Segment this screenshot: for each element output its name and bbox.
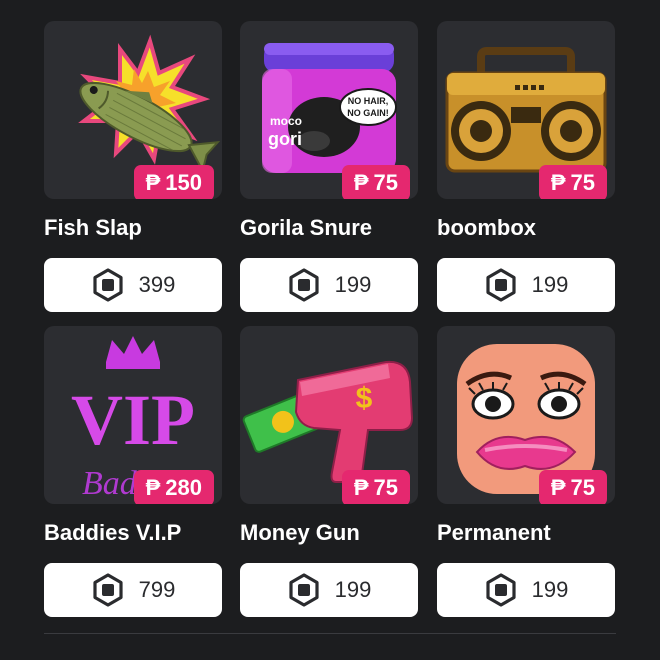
robux-icon (486, 268, 516, 302)
price-badge: ₱ 75 (341, 165, 410, 199)
robux-price-button[interactable]: 399 (44, 258, 222, 312)
robux-price-button[interactable]: 799 (44, 563, 222, 617)
item-title[interactable]: Baddies V.I.P (44, 520, 181, 546)
robux-amount: 799 (138, 577, 176, 602)
peso-symbol: ₱ (550, 170, 566, 195)
price-value: 75 (570, 475, 595, 500)
robux-icon (486, 573, 516, 607)
item-thumbnail[interactable]: ₱ 150 (44, 21, 222, 199)
price-badge: ₱ 75 (538, 165, 607, 199)
robux-amount: 199 (531, 272, 569, 297)
item-title[interactable]: Money Gun (240, 520, 360, 546)
dollar-icon: $ (356, 382, 373, 415)
divider (44, 633, 616, 634)
robux-price-button[interactable]: 199 (437, 563, 615, 617)
peso-symbol: ₱ (145, 475, 161, 500)
robux-icon (289, 268, 319, 302)
peso-symbol: ₱ (145, 170, 161, 195)
price-badge: ₱ 75 (341, 470, 410, 504)
item-title[interactable]: Fish Slap (44, 215, 142, 241)
peso-symbol: ₱ (353, 170, 369, 195)
item-title[interactable]: boombox (437, 215, 536, 241)
robux-price-button[interactable]: 199 (240, 563, 418, 617)
price-badge: ₱ 280 (133, 470, 214, 504)
robux-amount: 199 (334, 272, 372, 297)
peso-symbol: ₱ (550, 475, 566, 500)
price-badge: ₱ 75 (538, 470, 607, 504)
peso-symbol: ₱ (353, 475, 369, 500)
item-thumbnail[interactable]: VIP Baddi ₱ 280 (44, 326, 222, 504)
robux-price-button[interactable]: 199 (240, 258, 418, 312)
robux-icon (289, 573, 319, 607)
item-thumbnail[interactable]: ₱ 75 (437, 326, 615, 504)
item-thumbnail[interactable]: moco gori NO HAIR, NO GAIN! ₱ 75 (240, 21, 418, 199)
price-value: 75 (570, 170, 595, 195)
price-badge: ₱ 150 (133, 165, 214, 199)
vip-text: VIP (71, 380, 195, 460)
item-thumbnail[interactable]: ₱ 75 (437, 21, 615, 199)
item-title[interactable]: Gorila Snure (240, 215, 372, 241)
bubble-line-1: NO HAIR, (348, 96, 389, 106)
robux-price-button[interactable]: 199 (437, 258, 615, 312)
price-value: 75 (373, 475, 398, 500)
robux-icon (93, 268, 123, 302)
robux-icon (93, 573, 123, 607)
jar-label-gori: gori (268, 129, 302, 149)
item-thumbnail[interactable]: $ ₱ 75 (240, 326, 418, 504)
robux-amount: 199 (334, 577, 372, 602)
robux-amount: 199 (531, 577, 569, 602)
bubble-line-2: NO GAIN! (347, 108, 389, 118)
price-value: 280 (165, 475, 202, 500)
price-value: 150 (165, 170, 202, 195)
robux-amount: 399 (138, 272, 176, 297)
price-value: 75 (373, 170, 398, 195)
item-grid: ₱ 150 Fish Slap 399 moco gori NO HAIR, N… (0, 0, 660, 660)
item-title[interactable]: Permanent (437, 520, 551, 546)
jar-label-moco: moco (270, 114, 302, 128)
